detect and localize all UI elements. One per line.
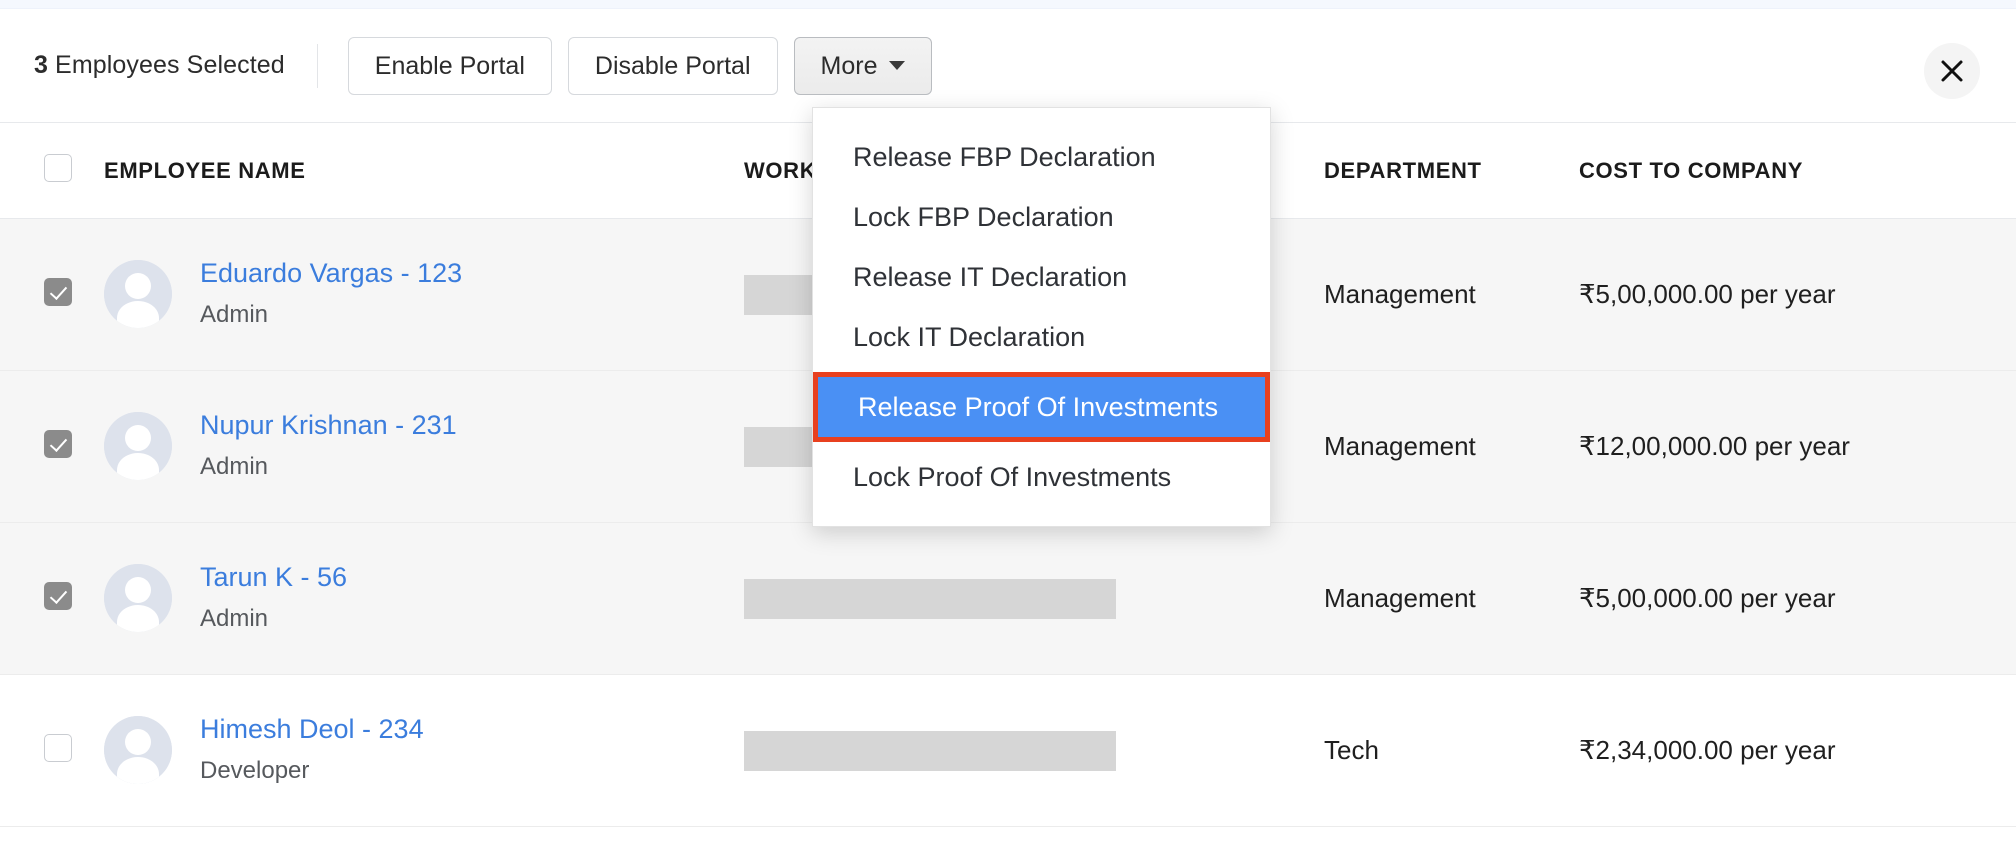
table-row[interactable]: Tarun K - 56 Admin Management ₹5,00,000.… bbox=[0, 523, 2016, 675]
close-icon bbox=[1939, 58, 1965, 84]
department-cell: Management bbox=[1324, 431, 1476, 461]
disable-portal-button[interactable]: Disable Portal bbox=[567, 36, 778, 95]
redacted-work-value bbox=[744, 730, 1116, 771]
top-accent-strip bbox=[0, 0, 2016, 9]
employee-name-link[interactable]: Nupur Krishnan - 231 bbox=[200, 408, 457, 443]
menu-item-release-it-declaration[interactable]: Release IT Declaration bbox=[813, 247, 1270, 307]
row-select-cell bbox=[0, 278, 104, 311]
employee-name-text: Nupur Krishnan - 231 Admin bbox=[200, 408, 457, 485]
menu-item-wrapper: Lock Proof Of Investments bbox=[813, 447, 1270, 507]
cost-to-company-cell: ₹5,00,000.00 per year bbox=[1579, 279, 1836, 309]
employee-name-cell: Himesh Deol - 234 Developer bbox=[104, 712, 744, 789]
avatar bbox=[104, 260, 172, 329]
employee-name-text: Himesh Deol - 234 Developer bbox=[200, 712, 424, 789]
more-button[interactable]: More bbox=[793, 36, 932, 95]
employee-role-label: Admin bbox=[200, 300, 269, 328]
menu-item-release-proof-of-investments[interactable]: Release Proof Of Investments bbox=[818, 377, 1265, 437]
menu-item-release-fbp-declaration[interactable]: Release FBP Declaration bbox=[813, 127, 1270, 187]
department-cell: Management bbox=[1324, 583, 1476, 613]
menu-item-lock-it-declaration[interactable]: Lock IT Declaration bbox=[813, 307, 1270, 367]
employee-name-cell: Nupur Krishnan - 231 Admin bbox=[104, 408, 744, 485]
more-button-label: More bbox=[820, 51, 878, 80]
selection-count-number: 3 bbox=[34, 51, 49, 79]
menu-item-lock-proof-of-investments[interactable]: Lock Proof Of Investments bbox=[813, 447, 1270, 507]
employee-name-link[interactable]: Eduardo Vargas - 123 bbox=[200, 256, 462, 291]
redacted-work-value bbox=[744, 578, 1116, 619]
avatar bbox=[104, 564, 172, 633]
employee-name-cell: Tarun K - 56 Admin bbox=[104, 560, 744, 637]
row-checkbox[interactable] bbox=[44, 430, 72, 458]
row-checkbox[interactable] bbox=[44, 582, 72, 610]
work-cell bbox=[744, 578, 1324, 619]
menu-item-wrapper: Lock IT Declaration bbox=[813, 307, 1270, 367]
row-checkbox[interactable] bbox=[44, 278, 72, 306]
employee-name-link[interactable]: Tarun K - 56 bbox=[200, 560, 347, 595]
cost-to-company-cell: ₹12,00,000.00 per year bbox=[1579, 431, 1850, 461]
column-header-employee-name[interactable]: EMPLOYEE NAME bbox=[104, 158, 744, 184]
menu-item-wrapper: Lock FBP Declaration bbox=[813, 187, 1270, 247]
row-select-cell bbox=[0, 430, 104, 463]
row-select-cell bbox=[0, 582, 104, 615]
department-cell: Tech bbox=[1324, 735, 1379, 765]
row-checkbox[interactable] bbox=[44, 734, 72, 762]
cost-to-company-cell: ₹2,34,000.00 per year bbox=[1579, 735, 1836, 765]
close-button[interactable] bbox=[1924, 43, 1980, 99]
avatar bbox=[104, 412, 172, 481]
column-header-department[interactable]: DEPARTMENT bbox=[1324, 158, 1579, 184]
employee-name-link[interactable]: Himesh Deol - 234 bbox=[200, 712, 424, 747]
menu-item-lock-fbp-declaration[interactable]: Lock FBP Declaration bbox=[813, 187, 1270, 247]
department-cell: Management bbox=[1324, 279, 1476, 309]
selection-count-label: 3 Employees Selected bbox=[34, 51, 285, 80]
employee-name-text: Tarun K - 56 Admin bbox=[200, 560, 347, 637]
more-dropdown-menu: Release FBP Declaration Lock FBP Declara… bbox=[812, 107, 1271, 527]
column-header-cost-to-company[interactable]: COST TO COMPANY bbox=[1579, 158, 2016, 184]
toolbar-divider bbox=[316, 43, 318, 88]
employee-role-label: Admin bbox=[200, 452, 269, 480]
employee-name-cell: Eduardo Vargas - 123 Admin bbox=[104, 256, 744, 333]
cost-to-company-cell: ₹5,00,000.00 per year bbox=[1579, 583, 1836, 613]
bulk-action-toolbar: 3 Employees Selected Enable Portal Disab… bbox=[0, 9, 2016, 123]
avatar bbox=[104, 716, 172, 785]
menu-item-wrapper: Release IT Declaration bbox=[813, 247, 1270, 307]
menu-item-wrapper: Release FBP Declaration bbox=[813, 127, 1270, 187]
enable-portal-button[interactable]: Enable Portal bbox=[347, 36, 552, 95]
row-select-cell bbox=[0, 734, 104, 767]
employee-role-label: Developer bbox=[200, 756, 310, 784]
selection-count-text: Employees Selected bbox=[48, 51, 285, 79]
header-select-all-cell bbox=[0, 154, 104, 187]
employee-name-text: Eduardo Vargas - 123 Admin bbox=[200, 256, 462, 333]
work-cell bbox=[744, 730, 1324, 771]
employee-role-label: Admin bbox=[200, 604, 269, 632]
highlight-annotation-box: Release Proof Of Investments bbox=[813, 372, 1270, 442]
select-all-checkbox[interactable] bbox=[44, 154, 72, 182]
chevron-down-icon bbox=[888, 60, 905, 70]
table-row[interactable]: Himesh Deol - 234 Developer Tech ₹2,34,0… bbox=[0, 675, 2016, 827]
employee-list-screen: 3 Employees Selected Enable Portal Disab… bbox=[0, 0, 2016, 846]
